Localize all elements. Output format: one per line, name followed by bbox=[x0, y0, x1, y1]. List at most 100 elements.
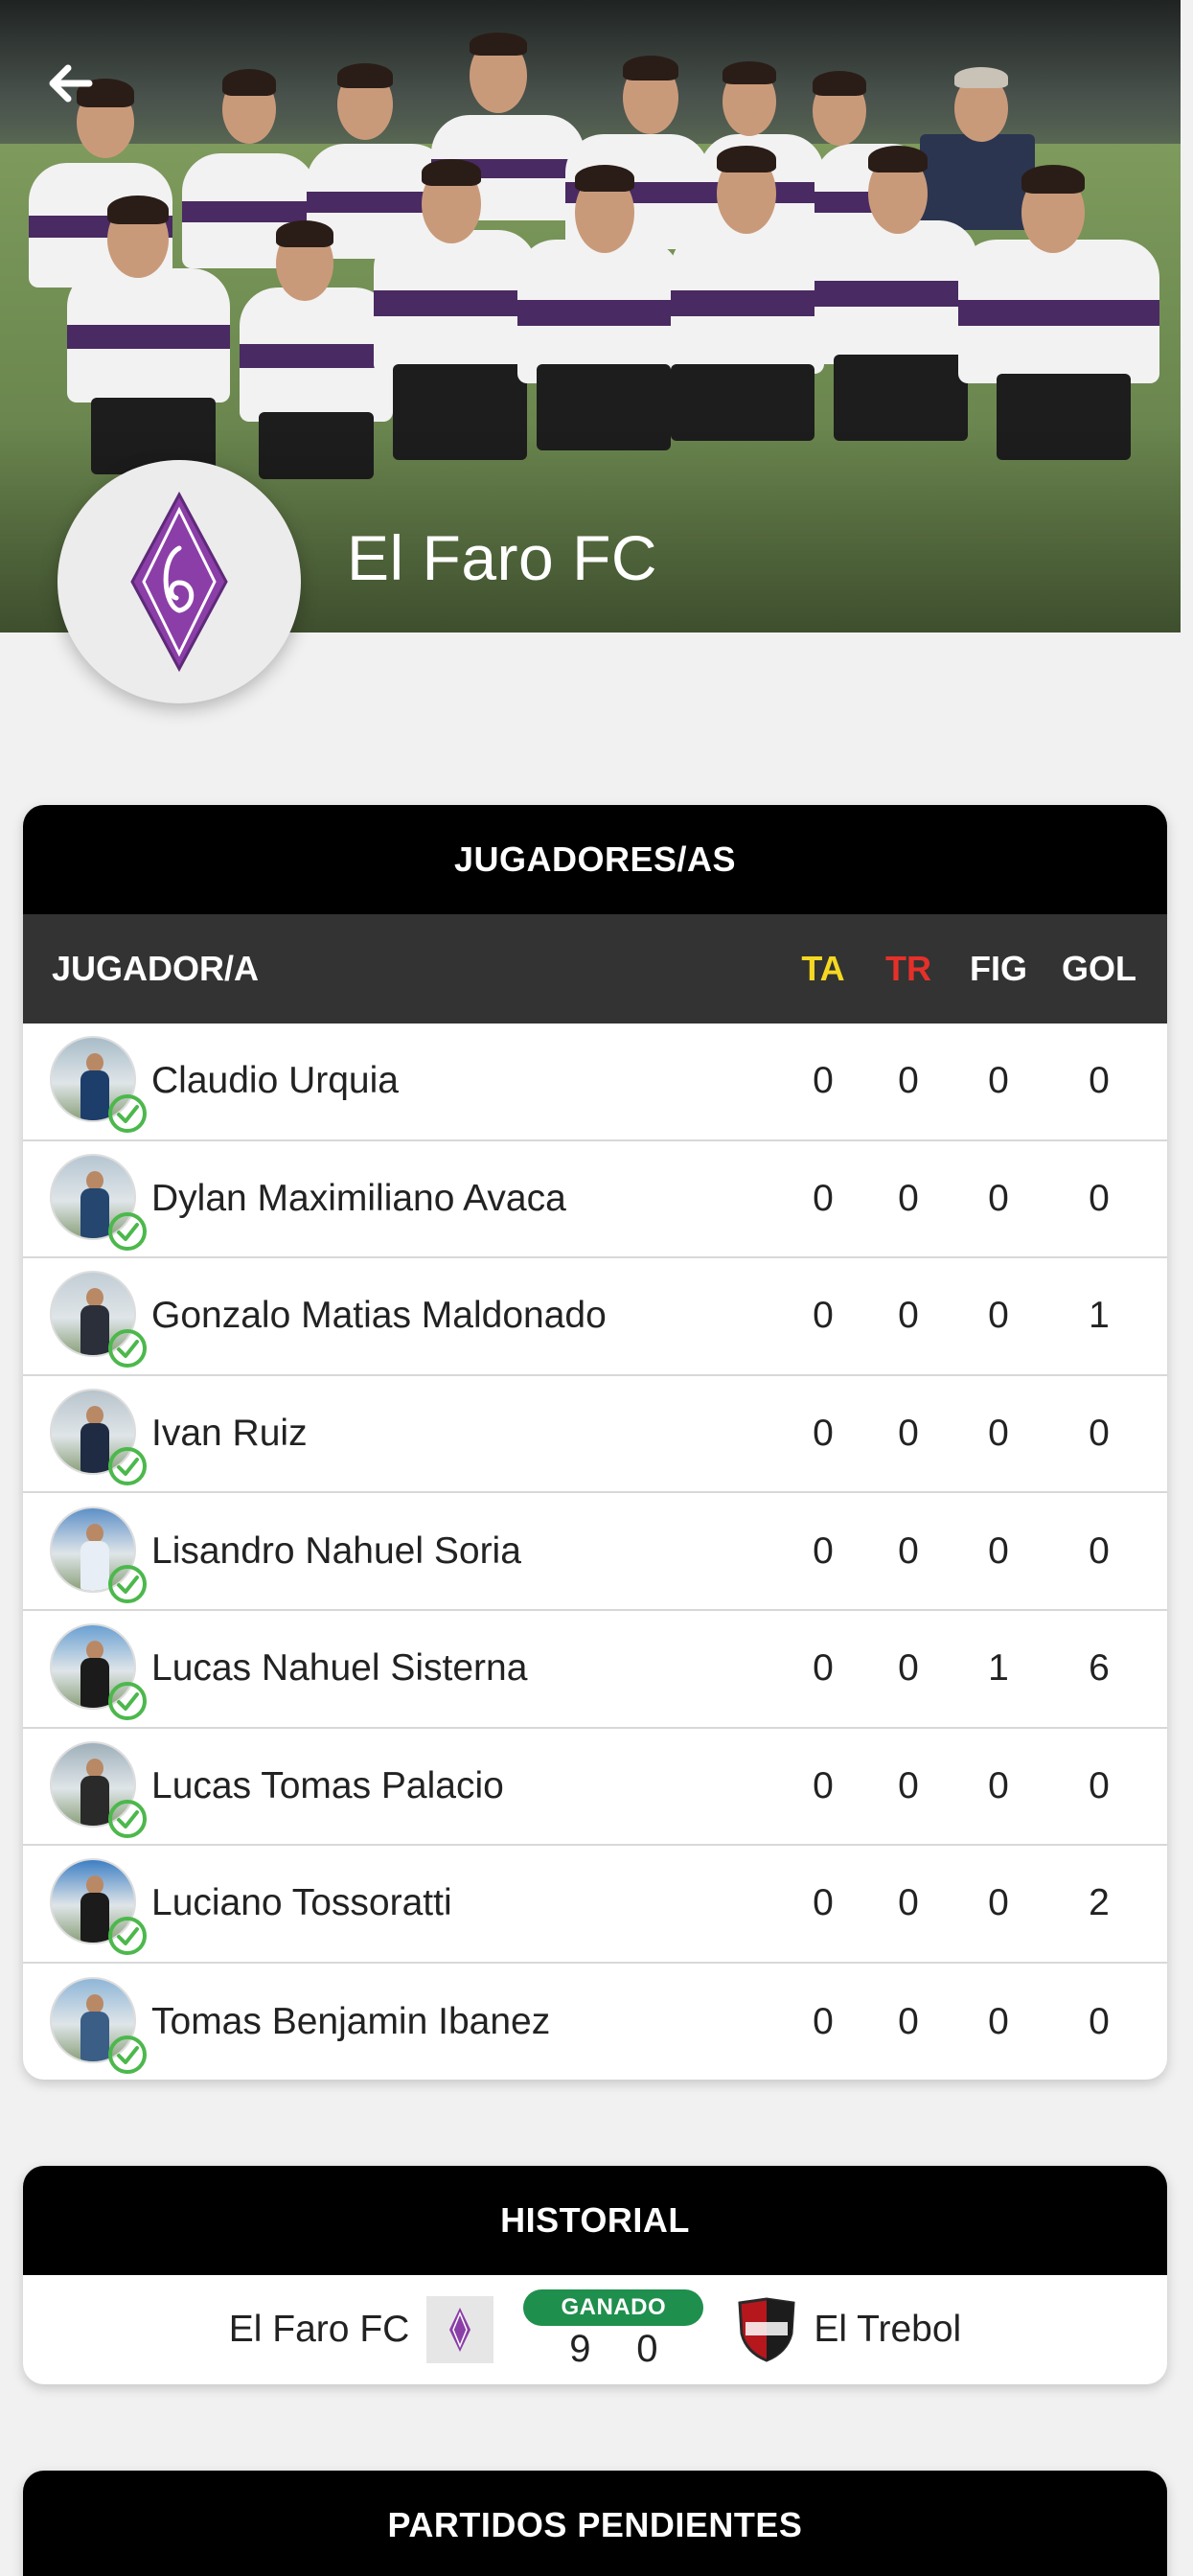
column-red-cards: TR bbox=[885, 949, 931, 988]
player-row[interactable]: Tomas Benjamin Ibanez 0 0 0 0 bbox=[23, 1964, 1167, 2080]
player-yellow-cards: 0 bbox=[813, 1177, 834, 1219]
player-figure: 0 bbox=[988, 1060, 1009, 1102]
player-figure: 0 bbox=[988, 1295, 1009, 1337]
player-goals: 0 bbox=[1089, 1530, 1110, 1572]
column-goals: GOL bbox=[1062, 949, 1136, 988]
player-row[interactable]: Lucas Tomas Palacio 0 0 0 0 bbox=[23, 1729, 1167, 1847]
player-goals: 0 bbox=[1089, 1764, 1110, 1806]
players-table-body: Claudio Urquia 0 0 0 0 Dylan Maximiliano Avac… bbox=[23, 1024, 1167, 2080]
player-name: Tomas Benjamin Ibanez bbox=[151, 2001, 551, 2043]
check-circle-icon bbox=[107, 2035, 148, 2075]
check-circle-icon bbox=[107, 1564, 148, 1604]
player-name: Lisandro Nahuel Soria bbox=[151, 1530, 521, 1572]
away-team-name: El Trebol bbox=[814, 2309, 962, 2350]
player-row[interactable]: Luciano Tossoratti 0 0 0 2 bbox=[23, 1846, 1167, 1964]
player-name: Lucas Tomas Palacio bbox=[151, 1764, 504, 1806]
player-avatar[interactable] bbox=[50, 1036, 147, 1134]
diamond-crest-icon bbox=[130, 491, 228, 673]
history-card: HISTORIAL El Faro FC GANADO 9 0 El Trebo… bbox=[23, 2166, 1167, 2384]
back-button[interactable] bbox=[36, 50, 103, 117]
player-figure: 0 bbox=[988, 1764, 1009, 1806]
players-table-header: JUGADOR/A TA TR FIG GOL bbox=[23, 914, 1167, 1024]
player-avatar[interactable] bbox=[50, 1858, 147, 1956]
player-goals: 1 bbox=[1089, 1295, 1110, 1337]
player-red-cards: 0 bbox=[898, 1647, 919, 1690]
player-goals: 0 bbox=[1089, 1177, 1110, 1219]
player-row[interactable]: Dylan Maximiliano Avaca 0 0 0 0 bbox=[23, 1141, 1167, 1259]
history-section-title: HISTORIAL bbox=[23, 2166, 1167, 2275]
column-figure: FIG bbox=[970, 949, 1027, 988]
result-badge: GANADO bbox=[523, 2288, 704, 2326]
player-figure: 0 bbox=[988, 1177, 1009, 1219]
player-yellow-cards: 0 bbox=[813, 1295, 834, 1337]
player-yellow-cards: 0 bbox=[813, 1530, 834, 1572]
player-red-cards: 0 bbox=[898, 2001, 919, 2043]
shield-crest-icon bbox=[738, 2297, 795, 2362]
check-circle-icon bbox=[107, 1446, 148, 1486]
player-name: Luciano Tossoratti bbox=[151, 1882, 452, 1924]
player-yellow-cards: 0 bbox=[813, 1647, 834, 1690]
player-red-cards: 0 bbox=[898, 1060, 919, 1102]
player-red-cards: 0 bbox=[898, 1530, 919, 1572]
player-avatar[interactable] bbox=[50, 1977, 147, 2075]
check-circle-icon bbox=[107, 1093, 148, 1134]
player-name: Gonzalo Matias Maldonado bbox=[151, 1295, 607, 1337]
player-name: Dylan Maximiliano Avaca bbox=[151, 1177, 566, 1219]
arrow-left-icon bbox=[49, 64, 93, 103]
player-goals: 0 bbox=[1089, 1413, 1110, 1455]
player-avatar[interactable] bbox=[50, 1153, 147, 1251]
check-circle-icon bbox=[107, 1916, 148, 1956]
check-circle-icon bbox=[107, 1328, 148, 1368]
player-yellow-cards: 0 bbox=[813, 2001, 834, 2043]
team-logo bbox=[57, 460, 301, 703]
player-name: Claudio Urquia bbox=[151, 1060, 399, 1102]
player-goals: 0 bbox=[1089, 1060, 1110, 1102]
player-figure: 0 bbox=[988, 2001, 1009, 2043]
player-figure: 0 bbox=[988, 1882, 1009, 1924]
pending-matches-card: PARTIDOS PENDIENTES bbox=[23, 2471, 1167, 2576]
player-goals: 0 bbox=[1089, 2001, 1110, 2043]
player-red-cards: 0 bbox=[898, 1764, 919, 1806]
player-goals: 6 bbox=[1089, 1647, 1110, 1690]
player-yellow-cards: 0 bbox=[813, 1764, 834, 1806]
player-avatar[interactable] bbox=[50, 1389, 147, 1486]
check-circle-icon bbox=[107, 1799, 148, 1839]
pending-section-title: PARTIDOS PENDIENTES bbox=[23, 2471, 1167, 2576]
player-row[interactable]: Claudio Urquia 0 0 0 0 bbox=[23, 1024, 1167, 1141]
player-red-cards: 0 bbox=[898, 1295, 919, 1337]
team-title: El Faro FC bbox=[347, 522, 658, 593]
away-team-logo bbox=[733, 2296, 800, 2363]
score-block: GANADO 9 0 bbox=[522, 2288, 704, 2371]
match-result-row[interactable]: El Faro FC GANADO 9 0 El Trebol bbox=[23, 2275, 1167, 2384]
player-name: Ivan Ruiz bbox=[151, 1413, 308, 1455]
player-red-cards: 0 bbox=[898, 1882, 919, 1924]
players-section-title: JUGADORES/AS bbox=[23, 805, 1167, 914]
player-row[interactable]: Lisandro Nahuel Soria 0 0 0 0 bbox=[23, 1493, 1167, 1611]
check-circle-icon bbox=[107, 1211, 148, 1252]
player-yellow-cards: 0 bbox=[813, 1882, 834, 1924]
home-score: 9 bbox=[569, 2327, 591, 2370]
player-avatar[interactable] bbox=[50, 1740, 147, 1838]
home-team-logo bbox=[426, 2296, 494, 2363]
away-score: 0 bbox=[636, 2327, 658, 2370]
player-avatar[interactable] bbox=[50, 1623, 147, 1721]
player-row[interactable]: Lucas Nahuel Sisterna 0 0 1 6 bbox=[23, 1611, 1167, 1729]
player-yellow-cards: 0 bbox=[813, 1060, 834, 1102]
player-row[interactable]: Gonzalo Matias Maldonado 0 0 0 1 bbox=[23, 1258, 1167, 1376]
player-red-cards: 0 bbox=[898, 1413, 919, 1455]
player-row[interactable]: Ivan Ruiz 0 0 0 0 bbox=[23, 1376, 1167, 1494]
player-avatar[interactable] bbox=[50, 1271, 147, 1368]
player-name: Lucas Nahuel Sisterna bbox=[151, 1647, 528, 1690]
player-figure: 1 bbox=[988, 1647, 1009, 1690]
player-figure: 0 bbox=[988, 1530, 1009, 1572]
player-goals: 2 bbox=[1089, 1882, 1110, 1924]
player-red-cards: 0 bbox=[898, 1177, 919, 1219]
column-yellow-cards: TA bbox=[801, 949, 845, 988]
diamond-crest-icon bbox=[449, 2308, 471, 2352]
player-figure: 0 bbox=[988, 1413, 1009, 1455]
players-card: JUGADORES/AS JUGADOR/A TA TR FIG GOL Cla… bbox=[23, 805, 1167, 2080]
home-team-name: El Faro FC bbox=[228, 2309, 410, 2350]
column-player: JUGADOR/A bbox=[52, 949, 260, 988]
check-circle-icon bbox=[107, 1681, 148, 1721]
player-avatar[interactable] bbox=[50, 1506, 147, 1603]
